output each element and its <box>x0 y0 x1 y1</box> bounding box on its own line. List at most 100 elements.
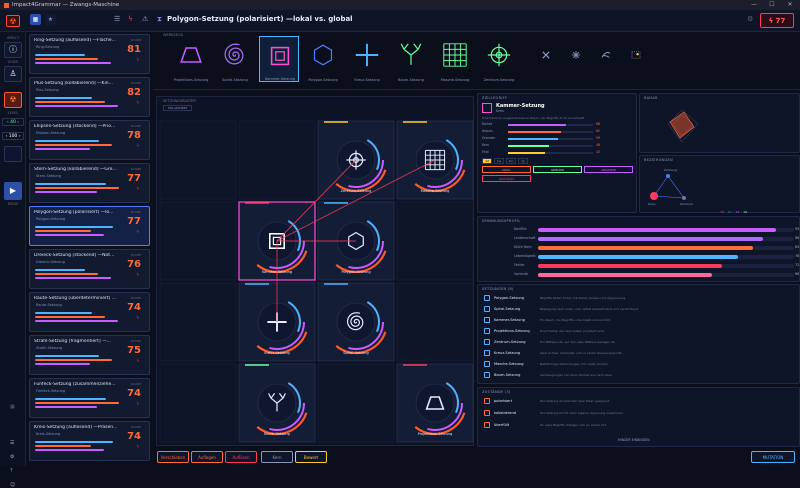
info-icon[interactable]: ⓘ <box>4 42 22 58</box>
help-icon[interactable]: ? <box>10 468 13 474</box>
action-auflösen-button[interactable]: Auflösen <box>225 451 257 463</box>
grid-cell-label: Polygon-Setzung <box>341 270 371 274</box>
maximize-button[interactable]: ☐ <box>763 0 781 10</box>
tag-chip[interactable]: DIREL <box>482 166 531 173</box>
bolt-icon: ϟ <box>136 358 139 363</box>
sliders-icon[interactable]: ☰ <box>10 440 14 446</box>
period-tab[interactable]: 1w <box>494 158 504 164</box>
period-tab[interactable]: 1m <box>506 158 516 164</box>
tool-hexagon[interactable]: Polygon-Setzung <box>303 36 343 82</box>
view-grid-button[interactable]: ▦ <box>30 14 41 25</box>
tool-chamber[interactable]: Kammer-Setzung <box>259 36 299 82</box>
mesh-icon <box>443 43 467 67</box>
list-item[interactable]: Raute-Setzung [überdeterminiert] ... Raut… <box>29 292 150 332</box>
bolt-icon[interactable]: ϟ <box>128 15 133 23</box>
action-verschieben-button[interactable]: Verschieben <box>157 451 189 463</box>
list-item-name: Plus-Setzung [kollabierend] —Kin... <box>34 81 113 86</box>
more-link[interactable]: MINDER EINBINDEN <box>618 438 649 442</box>
rail-label-voice: VOICE <box>7 60 19 64</box>
list-item-sub: Stern-Setzung <box>36 174 61 178</box>
tool-squiggle[interactable] <box>593 36 619 82</box>
bolt-icon: ϟ <box>136 100 139 105</box>
profile-key: Fehler <box>514 263 525 267</box>
setzung-def-row[interactable]: Projektions-Setzung Eine Fläche, die nach… <box>482 327 798 336</box>
tool-cross[interactable]: Kreuz-Setzung <box>347 36 387 82</box>
play-button[interactable]: ▶ <box>4 182 22 200</box>
list-item[interactable]: Dreieck-Setzung [stockend] —Not... Dreiec… <box>29 249 150 289</box>
setzung-def-row[interactable]: Kreuz-Setzung Zwei Achsen schneiden sich … <box>482 349 798 358</box>
setzung-def-row[interactable]: Masche-Setzung Netzförmige Verbindungen m… <box>482 360 798 369</box>
radar-panel: RADAR <box>639 93 800 153</box>
tool-crosshair[interactable]: Zentrum-Setzung <box>479 36 519 82</box>
list-menu-icon[interactable]: ☰ <box>114 15 120 23</box>
state-row[interactable]: polarisiert Die Setzung ist zwischen zwei… <box>482 397 798 406</box>
tool-spiral[interactable]: Spiral-Setzung <box>215 36 255 82</box>
tool-trapezoid[interactable]: Projektions-Setzung <box>171 36 211 82</box>
list-item[interactable]: Ellipsen-Setzung [stockend] —Prio... Elli… <box>29 120 150 160</box>
user-icon[interactable]: ☺ <box>10 482 15 488</box>
shape-icon <box>484 361 490 367</box>
voice-icon[interactable]: ♙ <box>4 66 22 82</box>
radiation-icon[interactable]: ☢ <box>4 92 22 108</box>
tool-mesh[interactable]: Masche-Setzung <box>435 36 475 82</box>
period-tab[interactable]: 1d <box>482 158 492 164</box>
window-titlebar: Impact4Grammar — Zwangs-Maschine — ☐ ✕ <box>0 0 800 10</box>
view-star-button[interactable]: ★ <box>45 14 56 25</box>
stat-row: Grenzen 59 <box>482 136 612 142</box>
level-stepper[interactable]: ‹ 40 › <box>2 118 24 126</box>
def-name: Polygon-Setzung <box>494 296 525 300</box>
cross-icon <box>355 43 379 67</box>
grid-small-icon[interactable]: ▦ <box>10 404 15 410</box>
setzung-def-row[interactable]: Baum-Setzung Verzweigungen von einer Wurz… <box>482 371 798 380</box>
tool-dots[interactable] <box>623 36 649 82</box>
tag-chip[interactable]: GESTÄRKT <box>482 175 531 182</box>
left-rail: IMPACT ⓘ VOICE ♙ ☢ LEVEL ‹ 40 › ‹ 100 › … <box>0 32 26 488</box>
states-panel: ZUSTÄNDE (3) polarisiert Die Setzung ist … <box>477 387 800 447</box>
minimize-button[interactable]: — <box>745 0 763 10</box>
list-item[interactable]: Strahl-Setzung [fragmentiert] —... Strahl… <box>29 335 150 375</box>
setzung-def-row[interactable]: Polygon-Setzung Begriffe bilden Ecken mit… <box>482 294 798 303</box>
action-auflegen-button[interactable]: Auflegen <box>191 451 223 463</box>
period-tab[interactable]: 1y <box>518 158 528 164</box>
action-kern-button[interactable]: Kern <box>261 451 293 463</box>
tool-star[interactable] <box>563 36 589 82</box>
list-item[interactable]: Stern-Setzung [kollabierend] —Gre... Ster… <box>29 163 150 203</box>
flag-icon[interactable] <box>4 146 22 162</box>
tool-tree[interactable]: Baum-Setzung <box>391 36 431 82</box>
x-icon <box>542 51 550 59</box>
list-item-score: 74 <box>127 302 141 313</box>
def-name: Zentrum-Setzung <box>494 340 526 344</box>
setzung-def-row[interactable]: Spiral-Setzung Bewegung nach innen, sich … <box>482 305 798 314</box>
list-item-score: 75 <box>127 345 141 356</box>
intensity-stepper[interactable]: ‹ 100 › <box>2 132 24 140</box>
profile-track <box>538 273 794 277</box>
def-desc: Bewegung nach innen, sich selbst wiederh… <box>540 307 639 311</box>
state-row[interactable]: überfüllt Zu viele Begriffe drängen sich … <box>482 421 798 430</box>
tag-chip[interactable]: ABGRENZ <box>584 166 633 173</box>
stat-track <box>508 130 593 133</box>
chamber-icon <box>270 46 290 66</box>
list-item[interactable]: Fünfeck-Setzung [zusammenziehe... Fünfeck… <box>29 378 150 418</box>
settings-icon[interactable]: ⚙ <box>10 454 14 460</box>
hourglass-icon: ⧗ <box>157 15 162 23</box>
legend-value: 22 <box>735 210 740 214</box>
tool-x[interactable] <box>533 36 559 82</box>
setzung-def-row[interactable]: Kammer-Setzung Ein Raum, der Begriffe ums… <box>482 316 798 325</box>
state-row[interactable]: kollabierend Die Setzung bricht unter eig… <box>482 409 798 418</box>
warning-icon[interactable]: ⚠ <box>142 15 148 23</box>
profile-track <box>538 237 794 241</box>
stat-row: Kern 48 <box>482 143 612 149</box>
list-item[interactable]: Ring-Setzung [auflösend] —Fläche... Ring-… <box>29 34 150 74</box>
list-item-score: 77 <box>127 216 141 227</box>
list-item[interactable]: Polygon-Setzung [polarisiert] —lo... Poly… <box>29 206 150 246</box>
action-bewert-button[interactable]: Bewert <box>295 451 327 463</box>
setzung-def-row[interactable]: Zentrum-Setzung Ein Mittelpunkt, auf den … <box>482 338 798 347</box>
list-item[interactable]: Plus-Setzung [kollabierend] —Kin... Plus-… <box>29 77 150 117</box>
action-mutation-button[interactable]: MUTATION <box>751 451 795 463</box>
list-item-bar <box>35 97 92 99</box>
tree-icon <box>400 43 422 65</box>
tag-chip[interactable]: GEBUND <box>533 166 582 173</box>
close-button[interactable]: ✕ <box>781 0 799 10</box>
list-item[interactable]: Kreis-Setzung [auflösend] —Präsen... Krei… <box>29 421 150 461</box>
shape-icon <box>484 339 490 345</box>
